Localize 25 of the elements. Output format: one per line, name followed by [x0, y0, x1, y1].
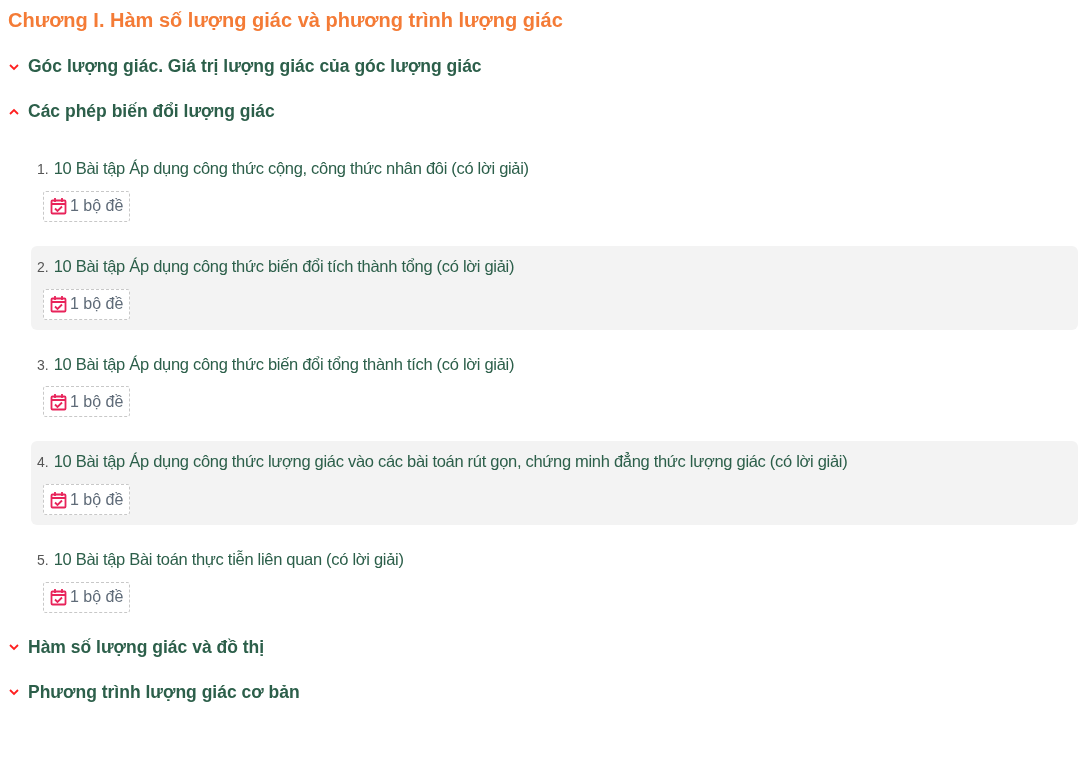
- exercise-link[interactable]: 10 Bài tập Áp dụng công thức biến đổi tổng thành tích (có lời giải): [53, 351, 515, 377]
- test-count-badge[interactable]: 1 bộ đề: [43, 190, 131, 222]
- item-number: 5.: [37, 551, 49, 570]
- calendar-check-icon: [50, 197, 67, 216]
- test-count-badge[interactable]: 1 bộ đề: [43, 484, 131, 515]
- exercise-link[interactable]: 10 Bài tập Bài toán thực tiễn liên quan (có lời giải): [53, 547, 404, 572]
- chapter-title: Chương I. Hàm số lượng giác và phương trình lượng giác: [8, 8, 564, 33]
- calendar-check-icon: [50, 392, 67, 411]
- section-title[interactable]: Hàm số lượng giác và đồ thị: [28, 634, 265, 661]
- test-count-badge[interactable]: 1 bộ đề: [43, 288, 131, 320]
- test-count-badge[interactable]: 1 bộ đề: [43, 581, 131, 613]
- exercise-link[interactable]: 10 Bài tập Áp dụng công thức biến đổi tích thành tổng (có lời giải): [53, 253, 515, 279]
- test-count-badge[interactable]: 1 bộ đề: [43, 386, 131, 418]
- exercise-link[interactable]: 10 Bài tập Áp dụng công thức cộng, công thức nhân đôi (có lời giải): [53, 156, 529, 181]
- item-number: 2.: [37, 257, 49, 277]
- item-number: 1.: [37, 160, 49, 179]
- section-title[interactable]: Phương trình lượng giác cơ bản: [28, 679, 300, 706]
- section-title[interactable]: Góc lượng giác. Giá trị lượng giác của góc lượng giác: [28, 53, 482, 80]
- section-title[interactable]: Các phép biến đổi lượng giác: [28, 98, 275, 125]
- calendar-check-icon: [50, 588, 67, 607]
- exercise-link[interactable]: 10 Bài tập Áp dụng công thức lượng giác vào các bài toán rút gọn, chứng minh đẳng thức lượng giác (có lời giải): [53, 449, 848, 474]
- calendar-check-icon: [50, 490, 67, 509]
- calendar-check-icon: [50, 295, 67, 313]
- item-number: 3.: [37, 355, 49, 375]
- item-number: 4.: [37, 453, 49, 473]
